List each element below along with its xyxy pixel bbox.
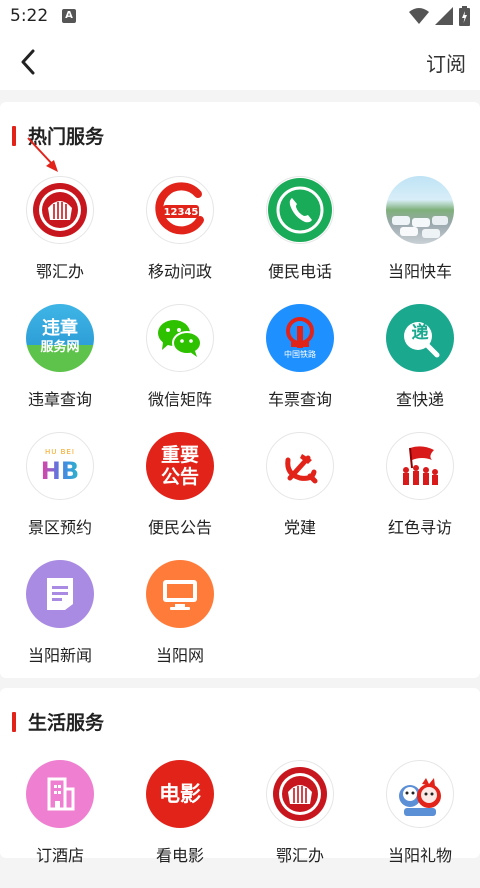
service-label: 党建: [283, 518, 316, 537]
service-item-public-notice[interactable]: 重要 公告 便民公告: [120, 432, 240, 560]
news-document-icon: [26, 560, 94, 628]
service-grid: 鄂汇办 12345 移动问政 便民电话 当阳快车 违章 服务网 违章查询 微信矩…: [0, 176, 480, 688]
service-item-dangyang-web[interactable]: 当阳网: [120, 560, 240, 688]
service-label: 便民电话: [267, 262, 332, 281]
chevron-left-icon: [21, 49, 35, 75]
service-label: 红色寻访: [387, 518, 452, 537]
status-bar: 5:22 A: [0, 0, 480, 34]
car-photo-icon: [386, 176, 454, 244]
hot-services-section: 热门服务 鄂汇办 12345 移动问政 便民电话 当阳快车 违章 服务网 违章查…: [0, 102, 480, 678]
service-item-hotel[interactable]: 订酒店: [0, 760, 120, 888]
subscribe-button[interactable]: 订阅: [426, 48, 466, 77]
service-item-dangyang-express[interactable]: 当阳快车: [360, 176, 480, 304]
section-title: 生活服务: [12, 708, 104, 735]
status-icons: [409, 6, 470, 26]
service-label: 当阳新闻: [27, 646, 92, 665]
service-label: 订酒店: [35, 846, 84, 865]
notification-a-icon: A: [62, 9, 76, 23]
service-item-violation-query[interactable]: 违章 服务网 违章查询: [0, 304, 120, 432]
section-title: 热门服务: [12, 122, 104, 149]
hotel-building-icon: [26, 760, 94, 828]
service-item-wechat-matrix[interactable]: 微信矩阵: [120, 304, 240, 432]
movie-icon: 电影: [146, 760, 214, 828]
service-item-express[interactable]: 递 查快递: [360, 304, 480, 432]
china-railway-icon: 中国铁路: [266, 304, 334, 372]
service-label: 鄂汇办: [275, 846, 324, 865]
hubei-tourism-icon: HU BEI HB: [26, 432, 94, 500]
red-flag-icon: [386, 432, 454, 500]
wifi-icon: [409, 8, 429, 24]
service-item-scenic-booking[interactable]: HU BEI HB 景区预约: [0, 432, 120, 560]
battery-icon: [459, 6, 470, 26]
service-label: 当阳网: [155, 646, 204, 665]
hubei-seal-icon: [26, 176, 94, 244]
service-grid: 订酒店 电影 看电影 鄂汇办 当阳礼物: [0, 760, 480, 888]
service-label: 移动问政: [147, 262, 212, 281]
service-item-ticket-query[interactable]: 中国铁路 车票查询: [240, 304, 360, 432]
12345-hotline-icon: 12345: [146, 176, 214, 244]
service-label: 便民公告: [147, 518, 212, 537]
wechat-icon: [146, 304, 214, 372]
section-title-text: 热门服务: [28, 126, 105, 148]
service-label: 鄂汇办: [35, 262, 84, 281]
svg-text:12345: 12345: [164, 207, 199, 218]
back-button[interactable]: [14, 48, 42, 76]
header-bar: 订阅: [0, 34, 480, 90]
service-label: 违章查询: [27, 390, 92, 409]
service-item-party-building[interactable]: 党建: [240, 432, 360, 560]
service-label: 景区预约: [27, 518, 92, 537]
monitor-icon: [146, 560, 214, 628]
service-label: 查快递: [395, 390, 444, 409]
service-label: 当阳礼物: [387, 846, 452, 865]
traffic-violation-icon: 违章 服务网: [26, 304, 94, 372]
title-accent-bar: [12, 125, 16, 146]
title-accent-bar: [12, 711, 16, 732]
service-label: 看电影: [155, 846, 204, 865]
phone-icon: [266, 176, 334, 244]
status-time: 5:22: [10, 6, 49, 26]
section-title-text: 生活服务: [28, 712, 105, 734]
service-item-movie[interactable]: 电影 看电影: [120, 760, 240, 888]
service-item-mobile-inquiry[interactable]: 12345 移动问政: [120, 176, 240, 304]
service-item-ehuiban[interactable]: 鄂汇办: [0, 176, 120, 304]
gift-mascot-icon: [386, 760, 454, 828]
life-services-section: 生活服务 订酒店 电影 看电影 鄂汇办 当阳礼物: [0, 688, 480, 865]
service-item-dangyang-news[interactable]: 当阳新闻: [0, 560, 120, 688]
service-label: 车票查询: [267, 390, 332, 409]
express-icon: 递: [386, 304, 454, 372]
service-item-ehuiban-2[interactable]: 鄂汇办: [240, 760, 360, 888]
hubei-seal-icon: [266, 760, 334, 828]
service-item-phone[interactable]: 便民电话: [240, 176, 360, 304]
service-label: 微信矩阵: [147, 390, 212, 409]
signal-icon: [435, 7, 453, 25]
service-item-red-tour[interactable]: 红色寻访: [360, 432, 480, 560]
notice-icon: 重要 公告: [146, 432, 214, 500]
service-label: 当阳快车: [387, 262, 452, 281]
service-item-dangyang-gift[interactable]: 当阳礼物: [360, 760, 480, 888]
party-emblem-icon: [266, 432, 334, 500]
